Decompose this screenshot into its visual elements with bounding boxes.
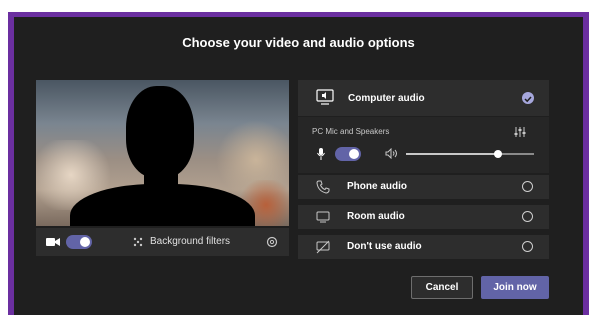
option-phone-audio[interactable]: Phone audio [298, 175, 549, 199]
background-filters-icon [133, 237, 143, 247]
video-preview [36, 80, 289, 226]
option-no-audio[interactable]: Don't use audio [298, 235, 549, 259]
join-now-button[interactable]: Join now [481, 276, 549, 299]
speaker-volume-slider[interactable] [406, 150, 534, 158]
audio-settings-icon[interactable] [514, 127, 526, 137]
camera-icon [46, 238, 60, 246]
no-audio-radio[interactable] [522, 241, 533, 252]
background-filters-label[interactable]: Background filters [150, 236, 230, 247]
option-computer-audio[interactable]: Computer audio [298, 80, 549, 116]
no-audio-label: Don't use audio [347, 241, 422, 252]
speaker-volume-fill [406, 153, 499, 155]
option-room-audio[interactable]: Room audio [298, 205, 549, 229]
video-controls-bar: Background filters [36, 228, 289, 256]
device-settings-icon[interactable] [266, 236, 278, 248]
monitor-speaker-icon [316, 89, 334, 105]
room-audio-radio[interactable] [522, 211, 533, 222]
phone-audio-label: Phone audio [347, 181, 407, 192]
camera-toggle[interactable] [66, 235, 92, 249]
speaker-icon [385, 148, 397, 159]
phone-icon [316, 180, 330, 194]
room-audio-label: Room audio [347, 211, 405, 222]
computer-audio-label: Computer audio [348, 93, 425, 104]
no-audio-icon [316, 240, 330, 254]
microphone-icon [317, 148, 325, 160]
device-label: PC Mic and Speakers [312, 127, 390, 136]
selected-check-icon [522, 92, 534, 104]
dialog-title: Choose your video and audio options [182, 35, 415, 50]
microphone-toggle[interactable] [335, 147, 361, 161]
person-silhouette [126, 86, 194, 178]
computer-audio-settings [298, 117, 549, 173]
cancel-button[interactable]: Cancel [411, 276, 473, 299]
phone-audio-radio[interactable] [522, 181, 533, 192]
room-display-icon [316, 211, 330, 223]
